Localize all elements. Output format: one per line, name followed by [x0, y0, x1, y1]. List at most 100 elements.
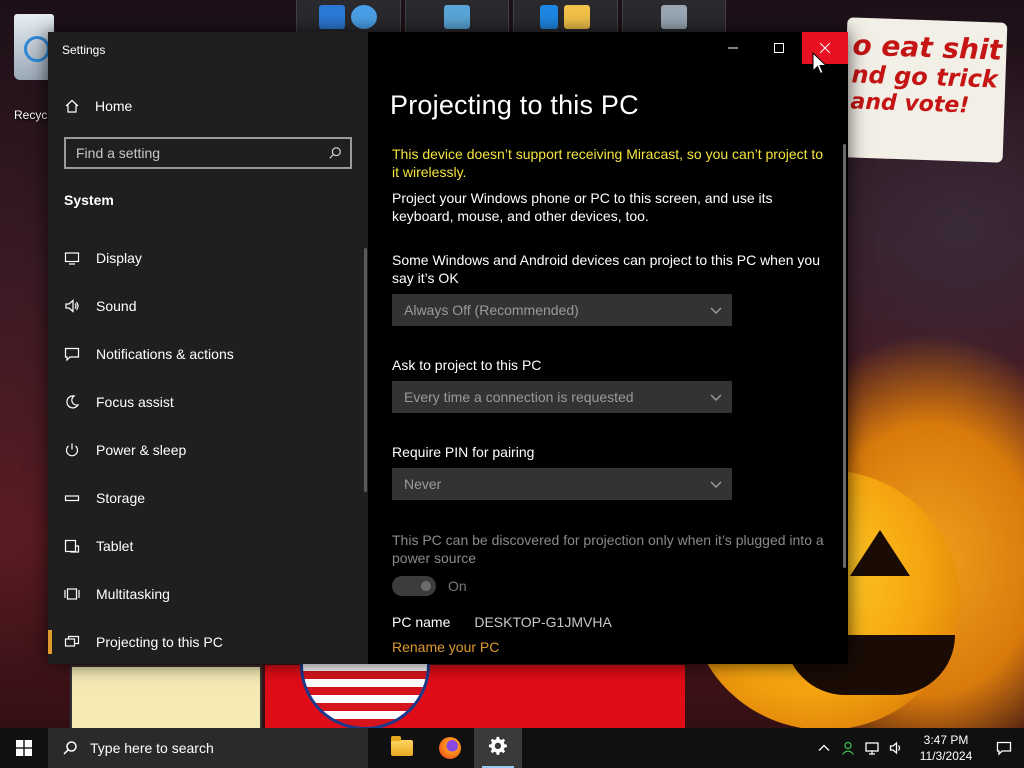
- settings-window: Settings Home System Display Sound Not: [48, 32, 848, 664]
- taskbar-settings[interactable]: [474, 728, 522, 768]
- user-status-icon: [841, 741, 855, 755]
- sidebar-nav: Display Sound Notifications & actions Fo…: [48, 234, 368, 666]
- notification-icon: [996, 741, 1012, 756]
- pc-name-value: DESKTOP-G1JMVHA: [474, 614, 612, 630]
- thumbnail: [513, 0, 618, 34]
- search-input[interactable]: [76, 145, 316, 161]
- require-pin-dropdown[interactable]: Never: [392, 468, 732, 500]
- availability-value: Always Off (Recommended): [404, 302, 579, 318]
- volume-button[interactable]: [884, 728, 908, 768]
- firefox-icon: [439, 737, 461, 759]
- thumbnail: [404, 0, 509, 34]
- volume-icon: [889, 741, 901, 755]
- sidebar-item-power-sleep[interactable]: Power & sleep: [48, 426, 368, 474]
- taskbar-search[interactable]: Type here to search: [48, 728, 368, 768]
- speaker-icon: [64, 298, 80, 314]
- sidebar-item-label: Sound: [96, 298, 137, 314]
- home-link[interactable]: Home: [64, 96, 132, 116]
- projecting-icon: [64, 634, 80, 650]
- sidebar-item-sound[interactable]: Sound: [48, 282, 368, 330]
- action-center-button[interactable]: [984, 728, 1024, 768]
- minimize-button[interactable]: [710, 32, 756, 64]
- sidebar-item-label: Focus assist: [96, 394, 174, 410]
- sidebar-item-label: Display: [96, 250, 142, 266]
- sidebar-item-focus-assist[interactable]: Focus assist: [48, 378, 368, 426]
- system-tray: 3:47 PM 11/3/2024: [812, 728, 1024, 768]
- folder-icon: [564, 4, 591, 29]
- taskbar: Type here to search 3:47 PM 11/3/2024: [0, 728, 1024, 768]
- chevron-down-icon: [710, 394, 722, 402]
- globe-icon: [351, 4, 378, 29]
- wallpaper-sign-line-3: and vote!: [850, 89, 970, 119]
- power-toggle-label: On: [448, 578, 467, 594]
- sidebar-item-notifications[interactable]: Notifications & actions: [48, 330, 368, 378]
- tray-user-icon-button[interactable]: [836, 728, 860, 768]
- sidebar-item-projecting[interactable]: Projecting to this PC: [48, 618, 368, 666]
- storage-icon: [64, 490, 80, 506]
- chevron-down-icon: [710, 481, 722, 489]
- recycle-bin-icon: [660, 4, 687, 29]
- pc-name-row: PC name DESKTOP-G1JMVHA: [392, 614, 612, 630]
- chevron-down-icon: [710, 307, 722, 315]
- taskbar-search-placeholder: Type here to search: [90, 740, 214, 756]
- sidebar-item-multitasking[interactable]: Multitasking: [48, 570, 368, 618]
- sidebar-item-tablet[interactable]: Tablet: [48, 522, 368, 570]
- pc-name-label: PC name: [392, 614, 451, 630]
- sidebar-scrollbar[interactable]: [364, 248, 367, 492]
- section-header: System: [64, 192, 114, 208]
- show-hidden-icons-button[interactable]: [812, 728, 836, 768]
- taskbar-firefox[interactable]: [426, 728, 474, 768]
- taskbar-file-explorer[interactable]: [378, 728, 426, 768]
- rename-pc-link[interactable]: Rename your PC: [392, 639, 499, 655]
- control-panel-icon: [443, 4, 470, 29]
- sidebar-item-display[interactable]: Display: [48, 234, 368, 282]
- miracast-warning: This device doesn’t support receiving Mi…: [392, 146, 824, 180]
- require-pin-value: Never: [404, 476, 442, 492]
- monitor-icon: [64, 250, 80, 266]
- settings-gear-icon: [488, 736, 508, 761]
- message-icon: [64, 346, 80, 362]
- content-scrollbar[interactable]: [843, 144, 846, 568]
- clock-time: 3:47 PM: [923, 733, 969, 747]
- toggle-knob: [421, 581, 431, 591]
- availability-label: Some Windows and Android devices can pro…: [392, 252, 821, 286]
- home-icon: [64, 98, 80, 114]
- window-title: Settings: [62, 43, 106, 57]
- moon-icon: [64, 394, 80, 410]
- pumpkin-eye: [850, 530, 910, 576]
- wallpaper-sign: o eat shit nd go trick and vote!: [842, 17, 1008, 163]
- maximize-button[interactable]: [756, 32, 802, 64]
- ask-to-project-dropdown[interactable]: Every time a connection is requested: [392, 381, 732, 413]
- network-icon: [865, 742, 879, 755]
- sidebar-item-label: Storage: [96, 490, 146, 506]
- sidebar-item-label: Tablet: [96, 538, 134, 554]
- minimize-icon: [728, 47, 738, 49]
- start-button[interactable]: [0, 728, 48, 768]
- page-title: Projecting to this PC: [390, 90, 639, 120]
- ask-to-project-value: Every time a connection is requested: [404, 389, 634, 405]
- search-icon: [329, 147, 341, 159]
- ask-to-project-label: Ask to project to this PC: [392, 357, 542, 373]
- power-source-toggle[interactable]: [392, 576, 436, 596]
- windows-logo-icon: [16, 740, 32, 756]
- clock-date: 11/3/2024: [919, 749, 973, 763]
- monitor-app-icon: [319, 4, 346, 29]
- availability-dropdown[interactable]: Always Off (Recommended): [392, 294, 732, 326]
- power-source-note: This PC can be discovered for projection…: [392, 532, 824, 566]
- settings-sidebar: Settings Home System Display Sound Not: [48, 32, 368, 664]
- power-icon: [64, 442, 80, 458]
- wallpaper-card: [70, 665, 262, 730]
- background-thumbnails: [296, 0, 726, 34]
- find-setting-search[interactable]: [64, 137, 352, 169]
- maximize-icon: [774, 43, 784, 53]
- network-button[interactable]: [860, 728, 884, 768]
- intro-text: Project your Windows phone or PC to this…: [392, 190, 773, 224]
- sidebar-item-label: Power & sleep: [96, 442, 187, 458]
- file-explorer-icon: [391, 736, 413, 756]
- sidebar-item-label: Projecting to this PC: [96, 634, 223, 650]
- thumbnail: [621, 0, 726, 34]
- home-label: Home: [95, 98, 133, 114]
- sidebar-item-storage[interactable]: Storage: [48, 474, 368, 522]
- taskbar-clock[interactable]: 3:47 PM 11/3/2024: [908, 732, 984, 764]
- settings-content: Projecting to this PC This device doesn’…: [368, 32, 848, 664]
